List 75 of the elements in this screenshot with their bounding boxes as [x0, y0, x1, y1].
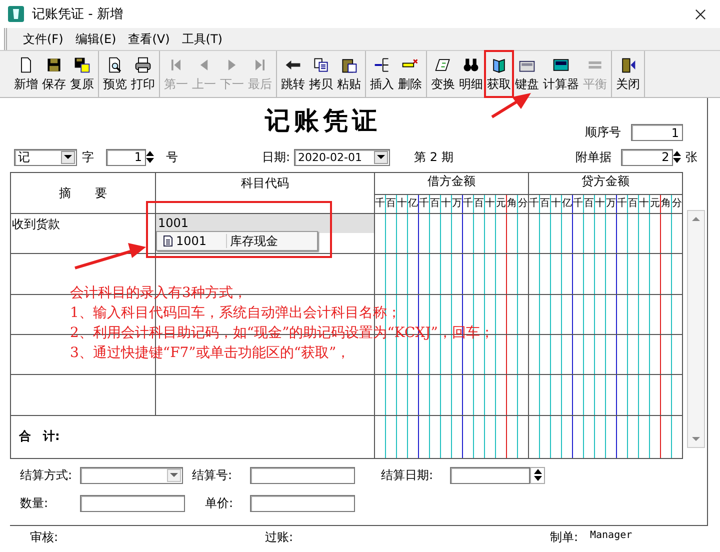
- unit-price-label: 单价:: [205, 494, 234, 512]
- table-cell: 收到货款: [12, 216, 60, 233]
- door-icon: [619, 56, 637, 74]
- menu-item[interactable]: 文件(F): [23, 30, 64, 48]
- toolbar-button[interactable]: 计算器: [541, 51, 581, 97]
- settlement-method-label: 结算方式:: [20, 466, 74, 484]
- annotation-arrow: [74, 243, 146, 270]
- voucher-title: 记账凭证: [265, 105, 381, 137]
- input-field[interactable]: [450, 466, 530, 484]
- total-label: 合 计:: [19, 429, 60, 444]
- suggestion-item[interactable]: 1001 库存现金: [156, 231, 318, 251]
- toolbar-button[interactable]: 删除: [396, 51, 424, 97]
- input-field[interactable]: [250, 466, 355, 484]
- settlement-number-label: 结算号:: [192, 466, 234, 484]
- sequence-field[interactable]: 1: [631, 124, 683, 141]
- attachments-label: 附单据: [575, 148, 612, 166]
- toolbar-button[interactable]: 明细: [457, 51, 485, 97]
- settlement-method-dropdown[interactable]: [80, 466, 183, 484]
- dropdown-arrow-icon: [377, 155, 386, 159]
- menu-item[interactable]: 查看(V): [128, 30, 170, 48]
- spin-button[interactable]: [530, 466, 545, 484]
- column-header: 摘 要: [10, 172, 156, 214]
- quantity-label: 数量:: [20, 494, 50, 512]
- scrollbar[interactable]: [687, 210, 705, 448]
- printer-icon: [134, 56, 152, 74]
- floppy-icon: [73, 56, 91, 74]
- toolbar-button[interactable]: 保存: [40, 51, 68, 97]
- toolbar-button[interactable]: 插入: [368, 51, 396, 97]
- toolbar-button[interactable]: 跳转: [279, 51, 307, 97]
- sequence-label: 顺序号: [585, 124, 621, 141]
- close-icon[interactable]: [695, 8, 706, 20]
- insert-icon: [373, 56, 391, 74]
- toolbar-button[interactable]: 粘贴: [335, 51, 363, 97]
- magnifier-icon: [106, 56, 124, 74]
- toolbar-button[interactable]: 变换: [429, 51, 457, 97]
- dropdown-arrow-icon: [64, 155, 72, 159]
- reviewer-label: 审核:: [30, 529, 58, 546]
- menu-item[interactable]: 工具(T): [182, 30, 222, 48]
- toolbar-button[interactable]: 复原: [68, 51, 96, 97]
- number-label: 号: [166, 148, 178, 166]
- window-title: 记账凭证 - 新增: [32, 6, 123, 23]
- selected-code-cell[interactable]: 1001: [156, 214, 374, 233]
- maker-name: Manager: [590, 530, 632, 541]
- toolbar-button[interactable]: 打印: [129, 51, 157, 97]
- date-dropdown[interactable]: 2020-02-01: [294, 148, 390, 166]
- app-icon: [8, 6, 24, 22]
- period-label: 第 2 期: [414, 148, 454, 166]
- attachments-unit: 张: [685, 148, 698, 166]
- input-field[interactable]: [250, 494, 355, 512]
- toolbar-button[interactable]: 新增: [12, 51, 40, 97]
- posting-label: 过账:: [265, 529, 294, 546]
- maker-label: 制单:: [550, 529, 578, 546]
- scroll-down-icon[interactable]: [692, 437, 700, 441]
- column-header: 贷方金额: [528, 172, 682, 195]
- menu-item[interactable]: 编辑(E): [75, 30, 116, 48]
- toolbar-button[interactable]: 预览: [101, 51, 129, 97]
- type-dropdown[interactable]: 记: [14, 148, 77, 166]
- attachments-field[interactable]: 2: [621, 148, 674, 166]
- column-header: 科目代码: [156, 172, 374, 214]
- input-field[interactable]: [80, 494, 185, 512]
- column-header: 借方金额: [374, 172, 528, 195]
- dropdown-arrow-icon: [170, 473, 178, 477]
- document-icon: [163, 235, 173, 247]
- scroll-up-icon[interactable]: [692, 217, 700, 221]
- toolbar-button[interactable]: 拷贝: [307, 51, 335, 97]
- toolbar-button[interactable]: 获取: [485, 51, 513, 97]
- binoculars-icon: [462, 56, 480, 74]
- number-field[interactable]: 1: [106, 148, 146, 166]
- settlement-date-label: 结算日期:: [381, 466, 434, 484]
- type-label: 字: [82, 148, 94, 166]
- toolbar-button[interactable]: 关闭: [614, 51, 642, 97]
- copy-icon: [312, 56, 330, 74]
- date-label: 日期:: [262, 148, 290, 166]
- annotation-arrow: [491, 93, 531, 118]
- floppy-icon: [45, 56, 63, 74]
